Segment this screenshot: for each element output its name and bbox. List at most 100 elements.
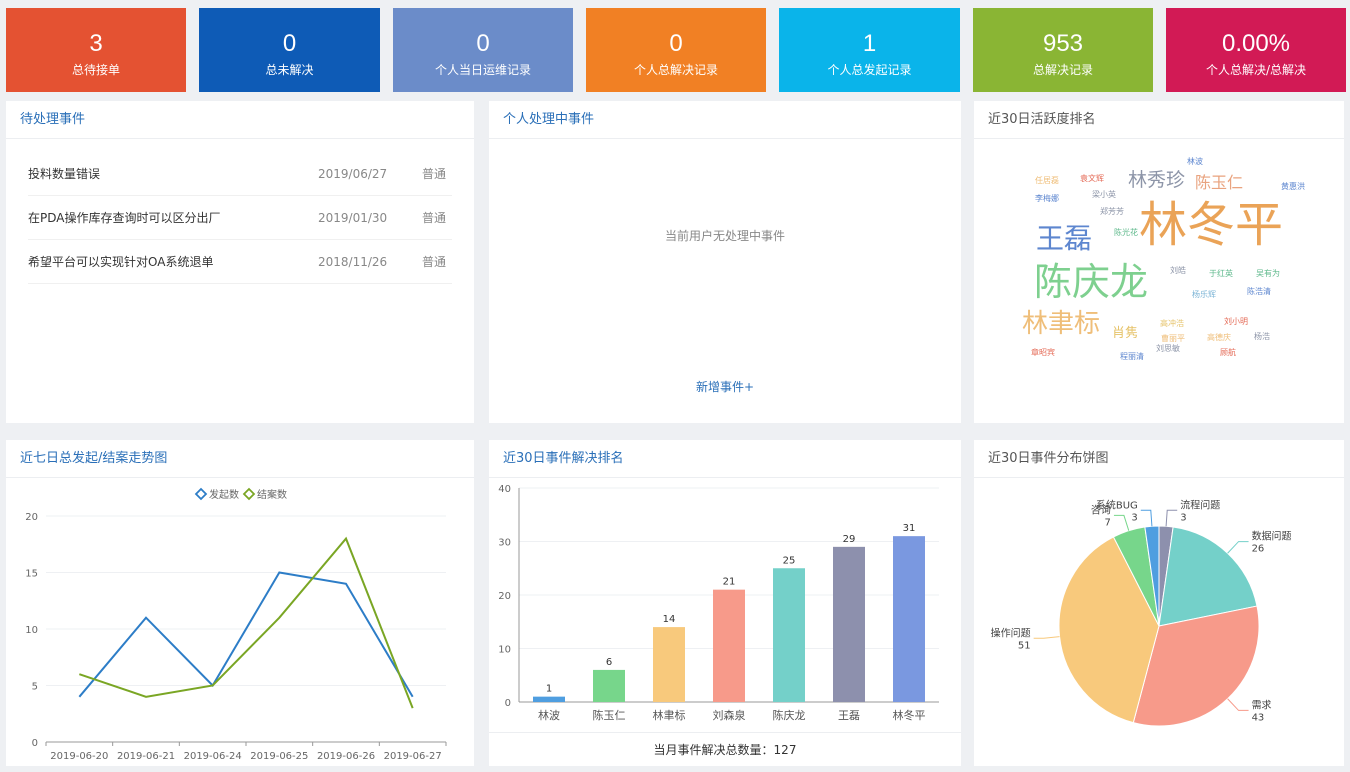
y-tick-label: 30 xyxy=(498,538,511,549)
word-cloud: 林冬平 陈庆龙 王磊 林聿标 林秀珍 陈玉仁 肖隽 任居磊 袁文辉 梁小英 李梅娜 郑芳芳 陈光花 林波黄… xyxy=(974,139,1344,423)
panel-title: 近30日活跃度排名 xyxy=(974,101,1344,139)
stat-label: 个人总解决/总解决 xyxy=(1205,63,1307,77)
event-date: 2019/06/27 xyxy=(318,167,388,181)
word-cloud-item: 杨乐辉 xyxy=(1192,290,1216,299)
y-tick-label: 20 xyxy=(498,591,511,602)
word-cloud-item: 吴有为 xyxy=(1256,269,1280,278)
stat-value: 0 xyxy=(476,30,490,57)
word-cloud-item: 陈玉仁 xyxy=(1195,173,1244,192)
panel-title: 待处理事件 xyxy=(6,101,474,139)
resolve-bar-chart: 0 10 20 30 40 1 林波 6 陈玉仁 14 林聿标 21 刘森泉 25 陈庆龙 29 王磊 31 林冬平 xyxy=(498,484,939,722)
list-item[interactable]: 在PDA操作库存查询时可以区分出厂 2019/01/30 普通 xyxy=(28,196,452,240)
stat-value: 0.00% xyxy=(1221,30,1291,57)
stat-tile-daily-records[interactable]: 0 个人当日运维记录 xyxy=(393,8,573,92)
monthly-total: 当月事件解决总数量：127 xyxy=(489,732,961,766)
word-cloud-item: 高冲浩 xyxy=(1160,319,1184,328)
panel-title: 个人处理中事件 xyxy=(489,101,961,139)
pending-events-panel: 待处理事件 投料数量错误 2019/06/27 普通 在PDA操作库存查询时可以… xyxy=(6,101,474,423)
pie-label: 数据问题 xyxy=(1252,530,1292,543)
pie-label-line xyxy=(1033,636,1060,639)
word-cloud-item: 郑芳芳 xyxy=(1100,207,1124,216)
bar-value-label: 1 xyxy=(546,684,552,695)
x-tick-label: 2019-06-21 xyxy=(117,751,175,762)
word-cloud-item: 刘思敏 xyxy=(1156,344,1180,353)
add-event-button[interactable]: 新增事件+ xyxy=(489,378,961,395)
stat-label: 总未解决 xyxy=(265,63,314,77)
resolve-ranking-panel: 近30日事件解决排名 0 10 20 30 40 1 林波 6 陈玉仁 14 林聿标 21 刘森泉 25 陈… xyxy=(489,440,961,766)
pie-value: 7 xyxy=(1105,517,1111,528)
distribution-pie-panel: 近30日事件分布饼图 流程问题 3 数据问题 26 需求 43 操作问题 51 咨询 7 系统BUG… xyxy=(974,440,1344,766)
event-title: 投料数量错误 xyxy=(28,167,101,181)
event-date: 2019/01/30 xyxy=(318,211,388,225)
event-priority: 普通 xyxy=(422,255,447,269)
stat-tile-personal-initiated[interactable]: 1 个人总发起记录 xyxy=(779,8,960,92)
bar xyxy=(893,536,925,702)
monthly-total-label: 当月事件解决总数量： xyxy=(653,743,774,757)
bar-value-label: 6 xyxy=(606,657,612,668)
stat-value: 1 xyxy=(862,30,877,57)
x-tick-label: 陈庆龙 xyxy=(773,708,806,722)
bar-value-label: 31 xyxy=(903,523,916,534)
bar-value-label: 21 xyxy=(723,577,736,588)
word-cloud-item: 任居磊 xyxy=(1035,176,1059,185)
pie-value: 26 xyxy=(1252,544,1265,555)
y-tick-label: 20 xyxy=(25,512,38,523)
word-cloud-item: 梁小英 xyxy=(1092,190,1116,199)
word-cloud-item: 顾航 xyxy=(1220,348,1236,357)
y-tick-label: 0 xyxy=(32,738,38,749)
event-title: 在PDA操作库存查询时可以区分出厂 xyxy=(28,211,221,225)
bar xyxy=(713,589,745,702)
legend-label: 结案数 xyxy=(257,488,287,501)
list-item[interactable]: 希望平台可以实现针对OA系统退单 2018/11/26 普通 xyxy=(28,240,452,284)
stat-tile-unresolved[interactable]: 0 总未解决 xyxy=(199,8,380,92)
stat-tile-total-resolved[interactable]: 953 总解决记录 xyxy=(973,8,1153,92)
bar xyxy=(593,669,625,702)
word-cloud-item: 林冬平 xyxy=(1139,197,1284,253)
x-tick-label: 2019-06-27 xyxy=(384,751,442,762)
stat-label: 总待接单 xyxy=(71,63,120,77)
personal-events-panel: 个人处理中事件 当前用户无处理中事件 新增事件+ xyxy=(489,101,961,423)
stat-tile-personal-resolved[interactable]: 0 个人总解决记录 xyxy=(586,8,766,92)
stat-label: 个人总发起记录 xyxy=(827,63,912,77)
y-tick-label: 0 xyxy=(505,698,511,709)
word-cloud-item: 刘皓 xyxy=(1170,266,1186,275)
word-cloud-item: 袁文辉 xyxy=(1080,174,1104,183)
word-cloud-item: 林聿标 xyxy=(1022,309,1101,339)
y-tick-label: 40 xyxy=(498,484,511,495)
list-item[interactable]: 投料数量错误 2019/06/27 普通 xyxy=(28,152,452,196)
word-cloud-item: 高德庆 xyxy=(1207,333,1231,342)
trend-chart-panel: 近七日总发起/结案走势图 0 5 10 15 20 2019-06-20 2019-06-2… xyxy=(6,440,474,766)
stat-tile-resolve-ratio[interactable]: 0.00% 个人总解决/总解决 xyxy=(1166,8,1346,92)
word-cloud-item: 李梅娜 xyxy=(1035,194,1059,203)
y-tick-label: 5 xyxy=(32,682,38,693)
stat-value: 953 xyxy=(1042,30,1084,57)
word-cloud-item: 曹丽平 xyxy=(1161,334,1185,343)
pie-label: 需求 xyxy=(1252,699,1272,711)
bar xyxy=(773,568,805,702)
stat-label: 个人当日运维记录 xyxy=(434,63,531,77)
word-cloud-item: 陈光花 xyxy=(1114,228,1138,237)
monthly-total-value: 127 xyxy=(773,743,797,757)
x-tick-label: 2019-06-26 xyxy=(317,751,375,762)
word-cloud-item: 陈庆龙 xyxy=(1034,260,1149,304)
word-cloud-item: 肖隽 xyxy=(1112,326,1139,341)
pie-label: 系统BUG xyxy=(1096,498,1138,511)
bar-value-label: 14 xyxy=(663,614,676,625)
event-priority: 普通 xyxy=(422,211,447,225)
stat-label: 总解决记录 xyxy=(1032,63,1093,77)
y-tick-label: 10 xyxy=(498,645,511,656)
pie-label-line xyxy=(1165,509,1178,527)
pie-value: 3 xyxy=(1131,512,1137,523)
word-cloud-item: 黄惠洪 xyxy=(1281,182,1305,191)
stat-label: 个人总解决记录 xyxy=(633,63,718,77)
legend-marker xyxy=(194,487,208,501)
word-cloud-item: 林秀珍 xyxy=(1128,169,1186,191)
word-cloud-item: 林波 xyxy=(1187,157,1203,166)
panel-title: 近30日事件解决排名 xyxy=(489,440,961,478)
x-tick-label: 2019-06-25 xyxy=(250,751,308,762)
stat-tile-pending[interactable]: 3 总待接单 xyxy=(6,8,186,92)
pie-label-line xyxy=(1227,698,1249,711)
trend-line-chart: 0 5 10 15 20 2019-06-20 2019-06-21 2019-06-24 20… xyxy=(25,487,447,762)
panel-title: 近30日事件分布饼图 xyxy=(974,440,1344,478)
stat-value: 3 xyxy=(89,30,103,57)
